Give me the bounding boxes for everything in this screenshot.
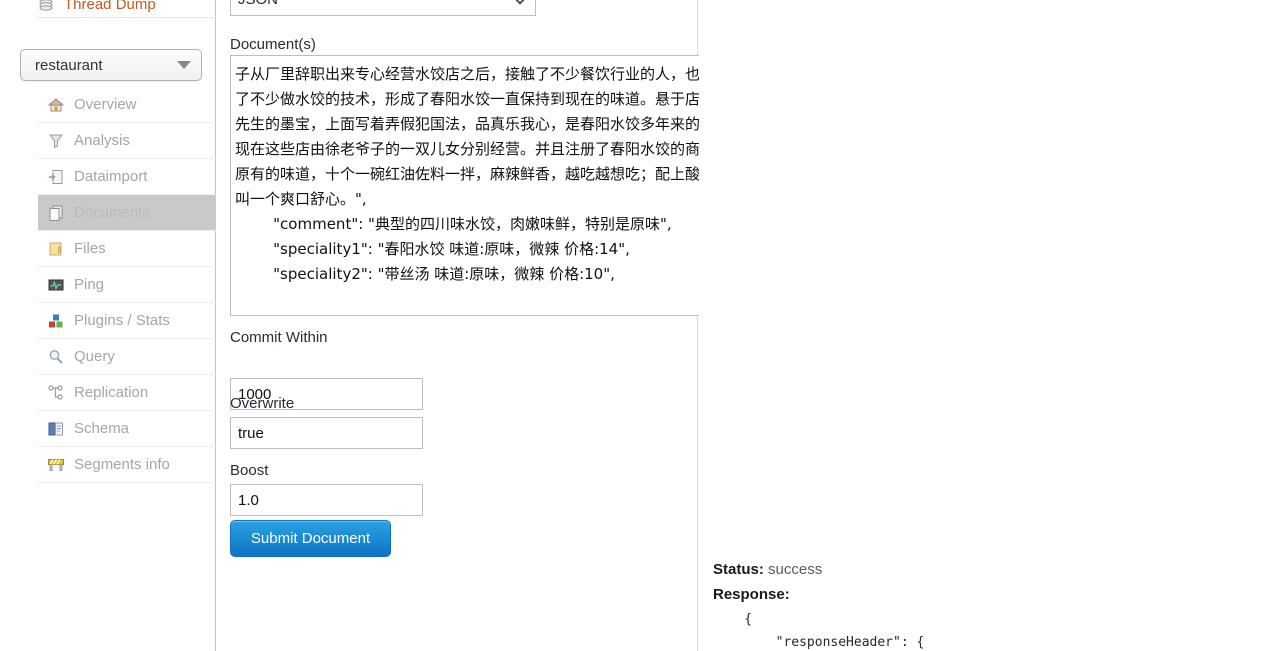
barrier-icon xyxy=(42,455,70,475)
sidebar-item-analysis[interactable]: Analysis xyxy=(38,123,216,159)
sidebar-item-label: Ping xyxy=(74,276,105,293)
status-value: success xyxy=(768,561,823,578)
funnel-icon xyxy=(42,131,70,151)
overwrite-label: Overwrite xyxy=(230,395,295,412)
sidebar-item-replication[interactable]: Replication xyxy=(38,375,216,411)
blocks-icon xyxy=(42,311,70,331)
sidebar-item-label: Plugins / Stats xyxy=(74,312,170,329)
folder-icon xyxy=(42,239,70,259)
overwrite-input[interactable]: true xyxy=(230,417,423,449)
chevron-down-icon xyxy=(510,0,530,5)
boost-input[interactable]: 1.0 xyxy=(230,484,423,516)
documents-label: Document(s) xyxy=(230,36,316,53)
response-body: { "responseHeader": { xyxy=(744,612,925,650)
sidebar-item-documents[interactable]: Documents xyxy=(38,195,216,231)
sidebar-item-files[interactable]: Files xyxy=(38,231,216,267)
document-type-select[interactable]: JSON xyxy=(230,0,536,16)
core-selector-value: restaurant xyxy=(35,56,103,74)
sidebar-item-label: Segments info xyxy=(74,456,170,473)
sidebar-item-label: Schema xyxy=(74,420,130,437)
sidebar-item-label: Documents xyxy=(74,204,150,221)
response-panel: Status: success Response: { "responseHea… xyxy=(699,0,1273,651)
home-icon xyxy=(42,95,70,115)
sidebar-item-dataimport[interactable]: Dataimport xyxy=(38,159,216,195)
ping-icon xyxy=(42,275,70,295)
sidebar-item-label: Replication xyxy=(74,384,149,401)
submit-document-label: Submit Document xyxy=(250,530,371,547)
submit-document-button[interactable]: Submit Document xyxy=(230,520,391,557)
core-menu: Overview Analysis Dataimport Documents F… xyxy=(38,87,216,483)
response-label: Response: xyxy=(713,586,790,603)
dataimport-icon xyxy=(42,167,70,187)
sidebar-item-label: Dataimport xyxy=(74,168,148,185)
sidebar-item-overview[interactable]: Overview xyxy=(38,87,216,123)
commit-within-label: Commit Within xyxy=(230,329,328,346)
boost-label: Boost xyxy=(230,462,269,479)
documents-form-panel: JSON Document(s) 亲自去菜市买菜，挑最好的肉回来，所有的调料也用… xyxy=(216,0,808,651)
sidebar-item-label: Analysis xyxy=(74,132,130,149)
thread-dump-icon xyxy=(38,0,64,13)
status-line: Status: success xyxy=(713,561,822,578)
solr-admin-page: Thread Dump restaurant Overview Analysis… xyxy=(0,0,1273,651)
magnifier-icon xyxy=(42,347,70,367)
sidebar-item-label: Overview xyxy=(74,96,137,113)
core-selector-dropdown[interactable]: restaurant xyxy=(20,49,202,81)
overwrite-value: true xyxy=(238,424,264,442)
boost-value: 1.0 xyxy=(238,491,259,509)
replication-icon xyxy=(42,383,70,403)
sidebar-item-plugins-stats[interactable]: Plugins / Stats xyxy=(38,303,216,339)
status-label: Status: xyxy=(713,561,764,578)
sidebar-item-segments-info[interactable]: Segments info xyxy=(38,447,216,483)
book-icon xyxy=(42,419,70,439)
sidebar-item-label: Files xyxy=(74,240,106,257)
sidebar-item-label: Thread Dump xyxy=(64,0,156,13)
sidebar: Thread Dump restaurant Overview Analysis… xyxy=(0,0,216,651)
sidebar-item-query[interactable]: Query xyxy=(38,339,216,375)
sidebar-item-schema[interactable]: Schema xyxy=(38,411,216,447)
sidebar-item-label: Query xyxy=(74,348,115,365)
sidebar-item-ping[interactable]: Ping xyxy=(38,267,216,303)
caret-down-icon xyxy=(177,61,191,69)
document-type-value: JSON xyxy=(238,0,513,8)
documents-icon xyxy=(42,203,70,223)
sidebar-item-thread-dump[interactable]: Thread Dump xyxy=(38,0,216,18)
